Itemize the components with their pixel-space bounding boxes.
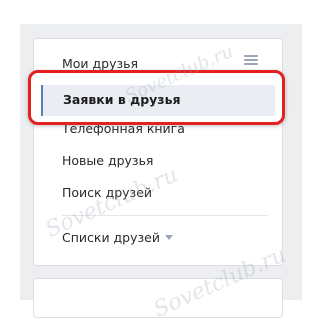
menu-item-friend-requests[interactable]: Заявки в друзья xyxy=(63,92,181,108)
menu-item-find-friends[interactable]: Поиск друзей xyxy=(62,185,152,201)
menu-item-friend-lists-label: Списки друзей xyxy=(62,230,160,245)
menu-item-friend-lists[interactable]: Списки друзей xyxy=(62,230,173,246)
highlight-frame: Заявки в друзья xyxy=(28,70,285,125)
menu-item-new-friends[interactable]: Новые друзья xyxy=(62,153,153,169)
settings-sliders-icon[interactable] xyxy=(244,54,258,65)
caret-down-icon xyxy=(164,235,173,240)
next-card xyxy=(33,278,283,318)
menu-divider xyxy=(62,215,268,216)
